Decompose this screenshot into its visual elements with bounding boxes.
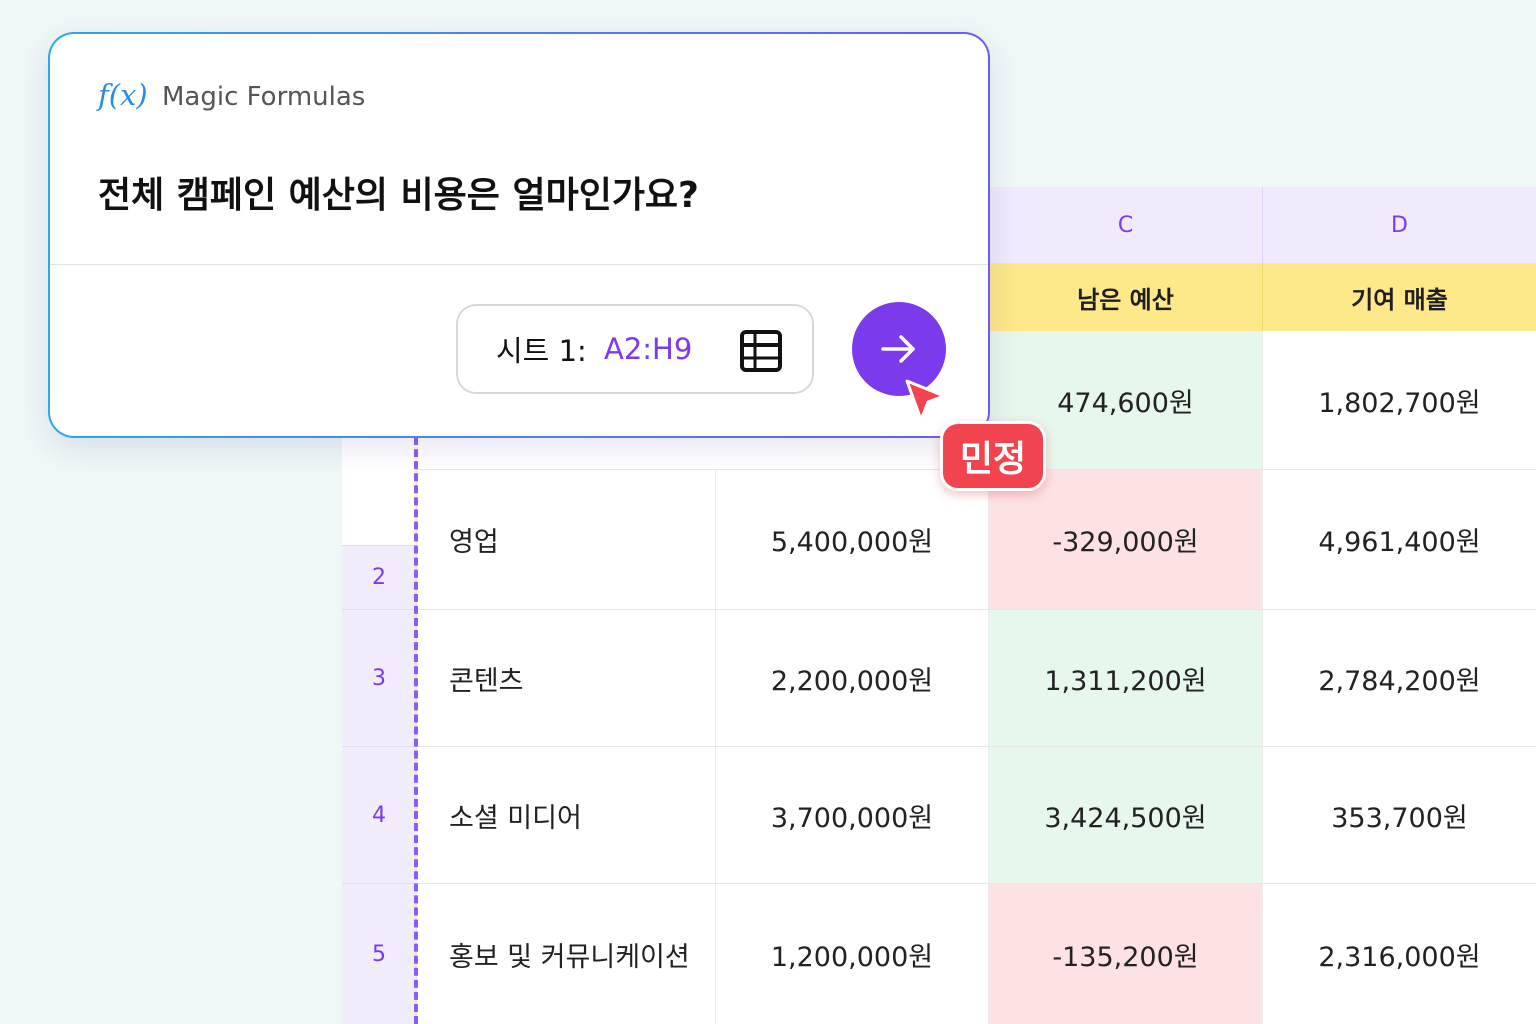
table-cell[interactable]: 1,311,200원 [988, 609, 1262, 746]
table-cell[interactable]: 3,424,500원 [988, 746, 1262, 883]
table-cell[interactable]: 2,784,200원 [1262, 609, 1536, 746]
row-header-4[interactable]: 4 [342, 746, 416, 883]
table-cell[interactable]: 5,400,000원 [715, 469, 988, 609]
table-cell[interactable]: 353,700원 [1262, 746, 1536, 883]
row-header-5[interactable]: 5 [342, 883, 416, 1024]
table-cell[interactable]: 콘텐츠 [416, 609, 715, 746]
table-cell[interactable]: 홍보 및 커뮤니케이션 [416, 883, 715, 1024]
table-grid-icon[interactable] [740, 330, 782, 372]
range-selector[interactable]: 시트 1: A2:H9 [456, 304, 814, 394]
header-cell-contributed-revenue[interactable]: 기여 매출 [1262, 263, 1536, 331]
table-cell[interactable]: 4,961,400원 [1262, 469, 1536, 609]
arrow-right-icon [881, 335, 915, 363]
row-header-3[interactable]: 3 [342, 609, 416, 746]
table-cell[interactable]: 1,802,700원 [1262, 331, 1536, 469]
pointer-cursor-icon [905, 379, 946, 422]
table-cell[interactable]: 1,200,000원 [715, 883, 988, 1024]
question-input[interactable]: 전체 캠페인 예산의 비용은 얼마인가요? [98, 166, 699, 218]
column-header-c[interactable]: C [988, 187, 1262, 263]
selection-range-border [414, 437, 418, 1024]
range-sheet-label: 시트 1: [496, 334, 587, 368]
header-cell-remaining-budget[interactable]: 남은 예산 [988, 263, 1262, 331]
table-cell[interactable]: 영업 [416, 469, 715, 609]
table-cell[interactable]: 3,700,000원 [715, 746, 988, 883]
range-value: A2:H9 [604, 332, 693, 366]
table-cell[interactable]: 2,200,000원 [715, 609, 988, 746]
table-cell[interactable]: 2,316,000원 [1262, 883, 1536, 1024]
row-header-2[interactable]: 2 [342, 545, 416, 609]
magic-formulas-card: f(x) Magic Formulas 전체 캠페인 예산의 비용은 얼마인가요… [48, 32, 990, 438]
table-cell[interactable]: -135,200원 [988, 883, 1262, 1024]
table-cell[interactable]: 소셜 미디어 [416, 746, 715, 883]
divider [50, 264, 988, 265]
column-header-d[interactable]: D [1262, 187, 1536, 263]
collaborator-badge: 민정 [940, 421, 1046, 491]
formula-icon: f(x) [98, 78, 148, 112]
brand-title: Magic Formulas [162, 82, 366, 112]
